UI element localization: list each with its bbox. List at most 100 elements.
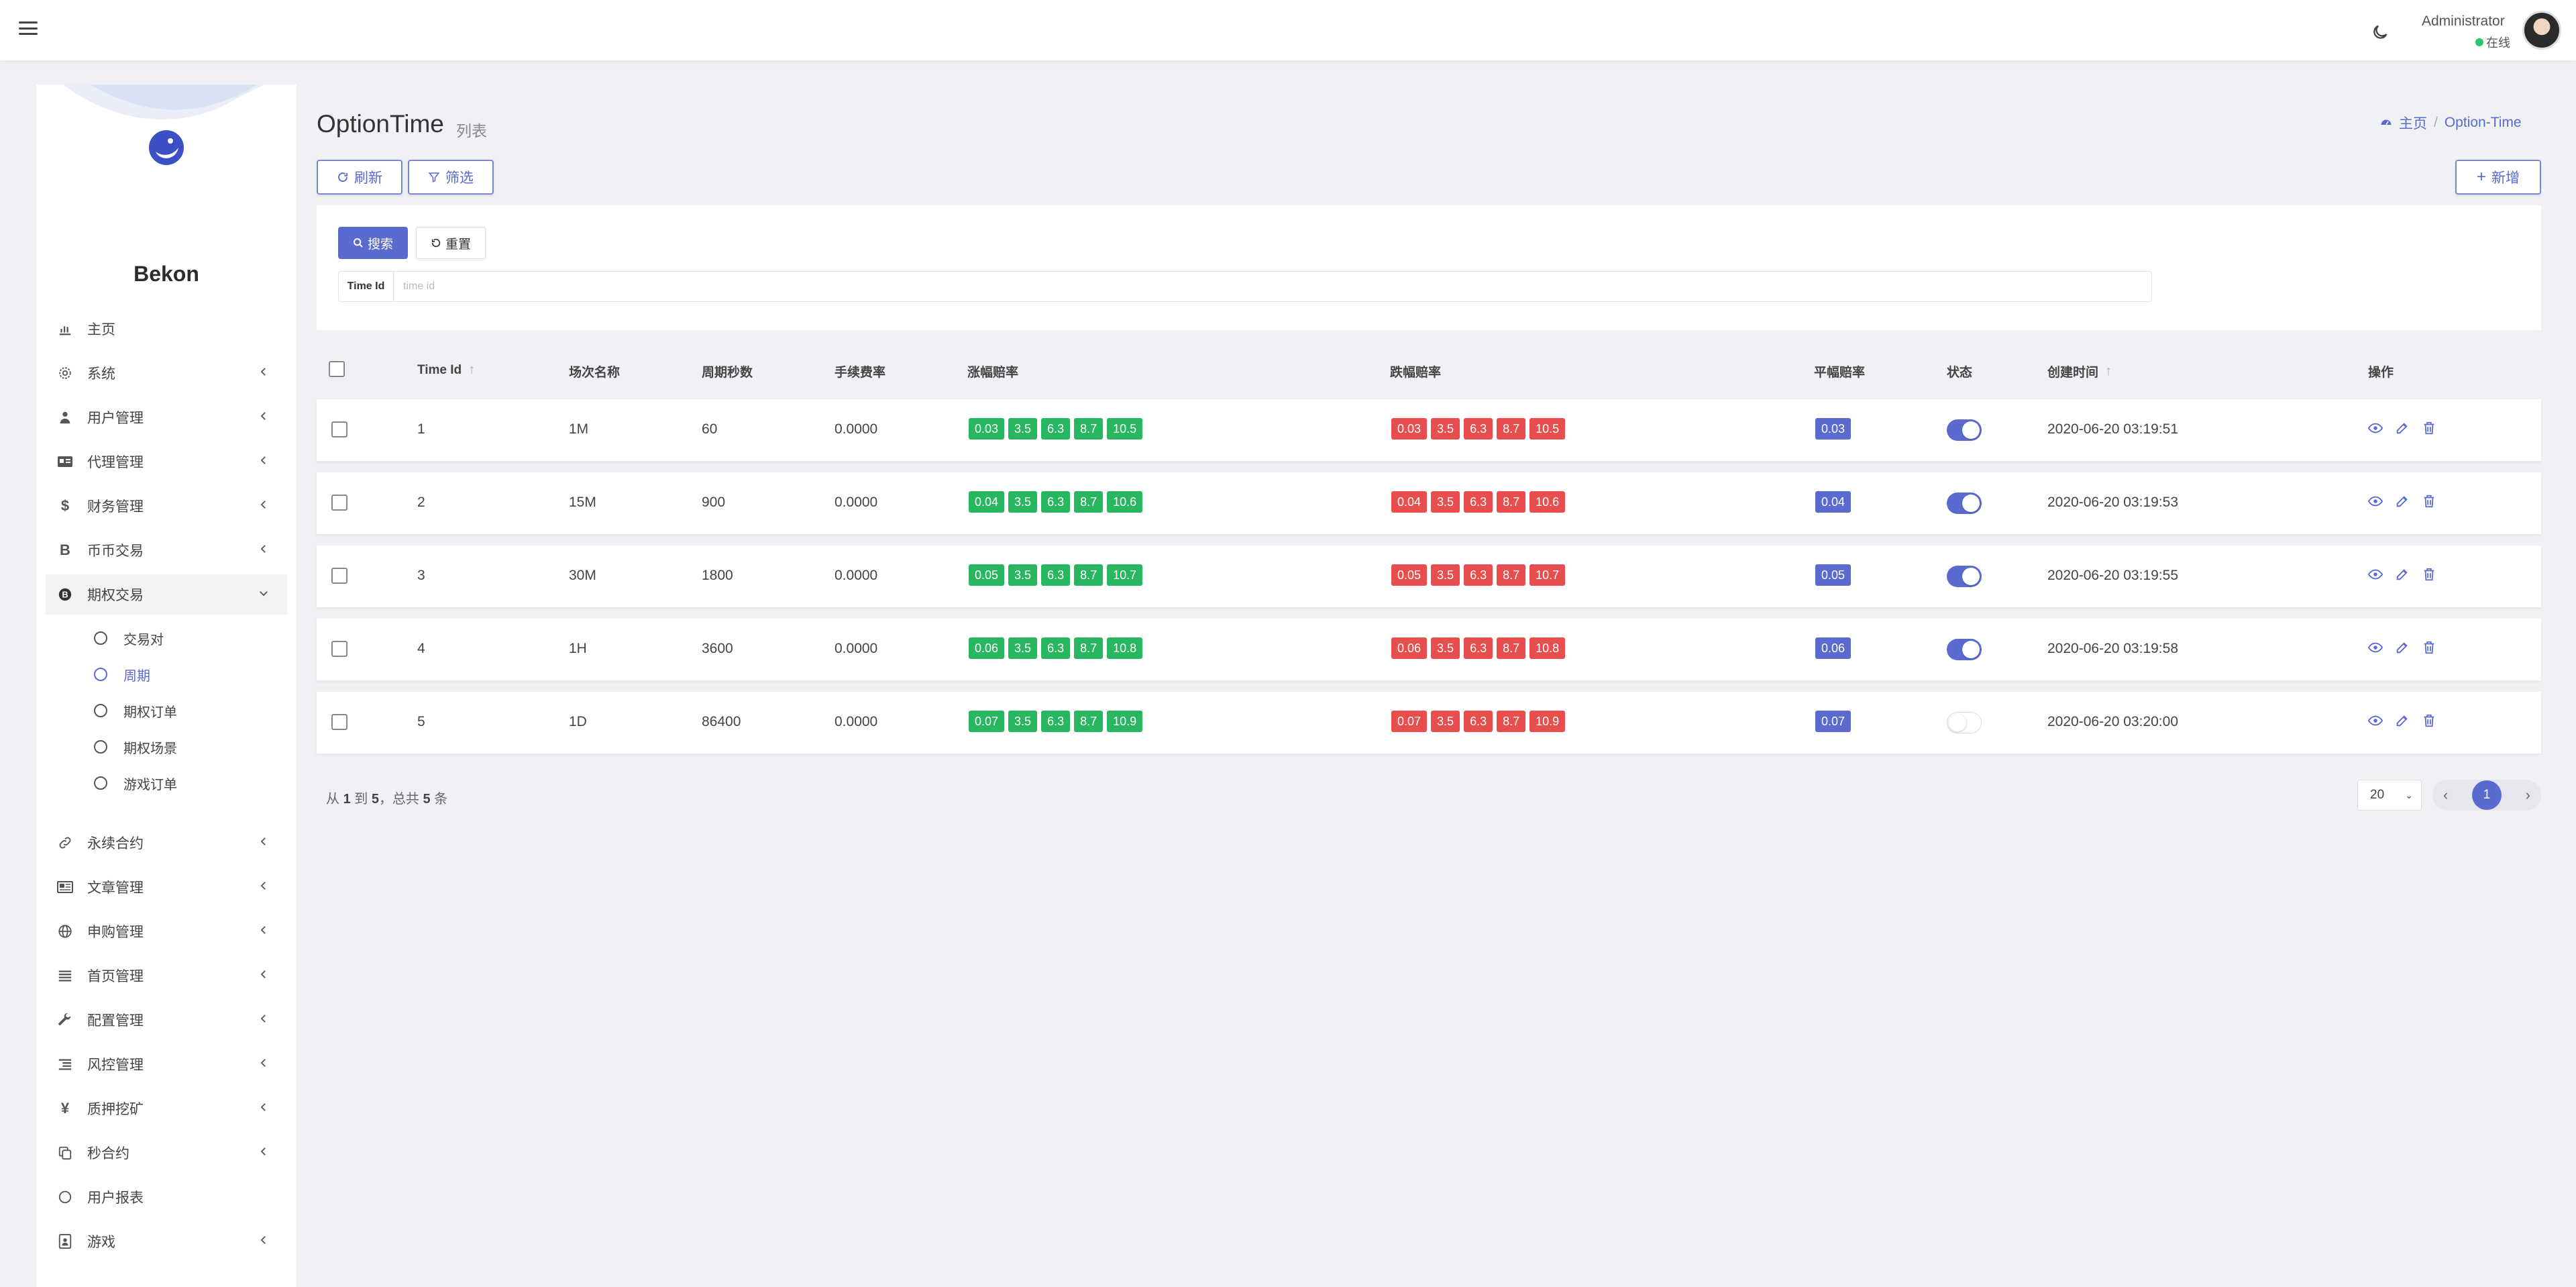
status-toggle[interactable] (1947, 639, 1982, 660)
sidebar-subitem-4[interactable]: 游戏订单 (36, 766, 297, 800)
column-created[interactable]: 创建时间 ↑ (2047, 362, 2112, 380)
sidebar-item-10[interactable]: 首页管理 (36, 956, 297, 996)
row-checkbox[interactable] (331, 641, 347, 657)
brand-name: Bekon (133, 262, 199, 286)
circle-icon (56, 1188, 74, 1206)
down-odds-badge: 10.7 (1529, 564, 1566, 586)
sidebar-subitem-3[interactable]: 期权场景 (36, 730, 297, 764)
sidebar-subitem-label: 游戏订单 (123, 777, 177, 792)
view-eye-icon[interactable] (2367, 494, 2383, 513)
row-checkbox[interactable] (331, 421, 347, 437)
breadcrumb-home[interactable]: 主页 (2399, 113, 2427, 133)
page-size-select[interactable]: 20 ⌄ (2357, 780, 2422, 811)
wrench-icon (56, 1011, 74, 1029)
status-toggle[interactable] (1947, 419, 1982, 441)
sort-icon[interactable]: ↑ (2105, 364, 2112, 379)
row-checkbox[interactable] (331, 568, 347, 584)
up-odds-badge: 3.5 (1008, 711, 1038, 732)
filter-button[interactable]: 筛选 (408, 160, 494, 195)
cell-time-id: 3 (417, 568, 425, 583)
edit-icon[interactable] (2395, 421, 2410, 440)
prev-page-icon[interactable]: ‹ (2443, 786, 2448, 804)
status-toggle[interactable] (1947, 493, 1982, 514)
sidebar-item-8[interactable]: 文章管理 (36, 867, 297, 907)
row-actions (2367, 713, 2436, 732)
column-time-id-label: Time Id (417, 362, 462, 377)
up-odds-badge: 3.5 (1008, 491, 1038, 513)
sidebar-item-16[interactable]: 游戏 (36, 1221, 297, 1262)
row-checkbox[interactable] (331, 495, 347, 511)
list-indent-icon (56, 1056, 74, 1073)
status-toggle[interactable] (1947, 712, 1982, 733)
select-all-checkbox[interactable] (329, 361, 345, 377)
add-button[interactable]: + 新增 (2455, 160, 2541, 195)
circle-icon (94, 704, 107, 717)
sidebar-item-12[interactable]: 风控管理 (36, 1044, 297, 1084)
delete-trash-icon[interactable] (2422, 640, 2436, 659)
user-name[interactable]: Administrator (2422, 13, 2505, 30)
sort-icon[interactable]: ↑ (468, 362, 475, 378)
chevron-left-icon (258, 1055, 270, 1074)
reset-button[interactable]: 重置 (416, 227, 486, 259)
view-eye-icon[interactable] (2367, 713, 2383, 732)
cell-time-id: 4 (417, 641, 425, 656)
dark-mode-moon-icon[interactable] (2371, 23, 2390, 42)
sidebar-subitem-label: 周期 (123, 668, 150, 684)
sidebar-item-14[interactable]: 秒合约 (36, 1133, 297, 1173)
sidebar-item-0[interactable]: 主页 (36, 309, 297, 349)
summary-from: 1 (343, 792, 351, 807)
edit-icon[interactable] (2395, 640, 2410, 659)
copy-icon (56, 1144, 74, 1162)
sidebar-subitem-1[interactable]: 周期 (36, 658, 297, 691)
sidebar-item-5[interactable]: B 币币交易 (36, 530, 297, 570)
time-id-input[interactable] (394, 272, 2151, 301)
status-toggle[interactable] (1947, 566, 1982, 587)
filter-panel: 搜索 重置 Time Id (317, 205, 2541, 330)
sidebar-item-9[interactable]: 申购管理 (36, 911, 297, 951)
menu-toggle-icon[interactable] (19, 20, 38, 36)
cell-name: 30M (569, 568, 596, 583)
sidebar-item-11[interactable]: 配置管理 (36, 1000, 297, 1040)
chevron-down-icon: ⌄ (2405, 789, 2413, 801)
delete-trash-icon[interactable] (2422, 567, 2436, 586)
up-odds-badge: 10.9 (1107, 711, 1143, 732)
sidebar-subitem-2[interactable]: 期权订单 (36, 694, 297, 727)
view-eye-icon[interactable] (2367, 567, 2383, 586)
sidebar-item-3[interactable]: 代理管理 (36, 442, 297, 482)
sidebar-item-13[interactable]: ¥ 质押挖矿 (36, 1088, 297, 1129)
edit-icon[interactable] (2395, 567, 2410, 586)
next-page-icon[interactable]: › (2526, 786, 2530, 804)
column-time-id[interactable]: Time Id ↑ (417, 362, 475, 378)
avatar[interactable] (2522, 11, 2561, 50)
chevron-left-icon (258, 1011, 270, 1029)
cell-time-id: 1 (417, 421, 425, 437)
flat-odds-badges: 0.04 (1815, 491, 1851, 513)
delete-trash-icon[interactable] (2422, 494, 2436, 513)
cell-fee: 0.0000 (835, 421, 878, 437)
search-button[interactable]: 搜索 (338, 227, 408, 259)
cell-time-id: 2 (417, 495, 425, 510)
page-button-current[interactable]: 1 (2472, 780, 2502, 810)
row-checkbox[interactable] (331, 714, 347, 730)
delete-trash-icon[interactable] (2422, 713, 2436, 732)
flat-odds-badge: 0.07 (1815, 711, 1851, 732)
view-eye-icon[interactable] (2367, 421, 2383, 440)
sidebar-item-15[interactable]: 用户报表 (36, 1177, 297, 1217)
up-odds-badge: 8.7 (1074, 711, 1104, 732)
down-odds-badge: 8.7 (1497, 491, 1526, 513)
down-odds-badge: 3.5 (1431, 711, 1460, 732)
down-odds-badge: 3.5 (1431, 418, 1460, 440)
sidebar-item-4[interactable]: $ 财务管理 (36, 486, 297, 526)
edit-icon[interactable] (2395, 713, 2410, 732)
bitcoin-circle-icon: B (56, 586, 74, 603)
sidebar-subitem-0[interactable]: 交易对 (36, 621, 297, 655)
sidebar-item-1[interactable]: 系统 (36, 353, 297, 393)
refresh-button[interactable]: 刷新 (317, 160, 402, 195)
edit-icon[interactable] (2395, 494, 2410, 513)
delete-trash-icon[interactable] (2422, 421, 2436, 440)
sidebar-item-7[interactable]: 永续合约 (36, 823, 297, 863)
sidebar-item-2[interactable]: 用户管理 (36, 397, 297, 437)
newspaper-icon (56, 878, 74, 896)
view-eye-icon[interactable] (2367, 640, 2383, 659)
sidebar-item-6[interactable]: B 期权交易 (46, 574, 287, 615)
